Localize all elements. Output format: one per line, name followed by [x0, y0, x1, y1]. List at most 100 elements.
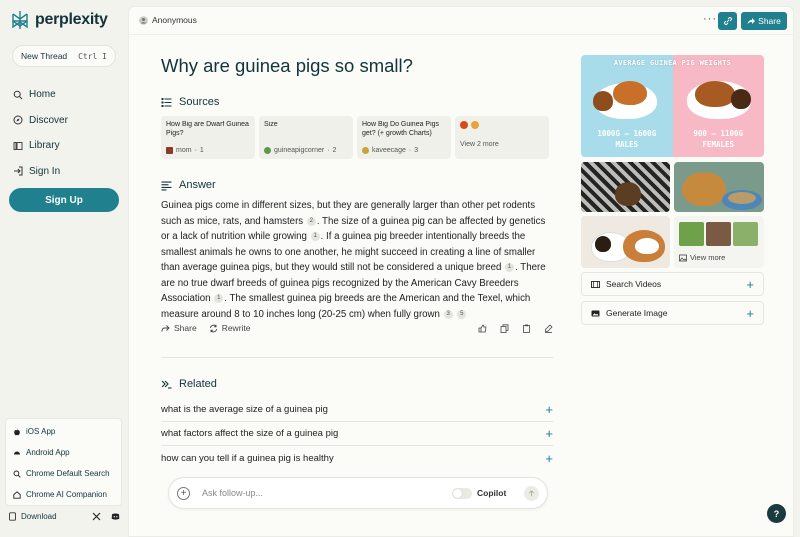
sign-up-button[interactable]: Sign Up: [9, 188, 119, 212]
plus-icon: +: [545, 426, 553, 441]
favicon-icon: [264, 147, 271, 154]
library-icon: [13, 141, 23, 150]
sidebar-item-home[interactable]: Home: [10, 82, 120, 108]
app-item-chrome-search[interactable]: Chrome Default Search: [6, 463, 121, 484]
sidebar-item-sign-in[interactable]: Sign In: [10, 159, 120, 185]
citation-badge[interactable]: 1: [310, 232, 320, 241]
discord-icon[interactable]: [111, 512, 120, 521]
copilot-toggle[interactable]: [452, 487, 472, 499]
answer-icon: [161, 181, 172, 190]
new-thread-shortcut: Ctrl I: [78, 51, 107, 61]
sources-heading: Sources: [161, 96, 219, 108]
app-item-label: Android App: [26, 448, 70, 457]
generate-image-button[interactable]: Generate Image +: [581, 301, 764, 325]
related-item-label: how can you tell if a guinea pig is heal…: [161, 452, 334, 464]
new-thread-label: New Thread: [21, 51, 68, 61]
copy-icon[interactable]: [500, 323, 509, 333]
source-title: How Big Do Guinea Pigs get? (+ growth Ch…: [362, 121, 440, 137]
app-item-android[interactable]: Android App: [6, 442, 121, 463]
source-card[interactable]: How Big are Dwarf Guinea Pigs? mom · 1: [161, 116, 255, 159]
sources-icon: [161, 97, 172, 107]
submit-button[interactable]: [524, 485, 539, 501]
app-item-label: Chrome AI Companion: [26, 490, 107, 499]
sidebar-item-label: Sign In: [29, 165, 61, 177]
user-icon: [139, 15, 148, 25]
source-site: guineapigcorner: [274, 147, 325, 154]
source-card[interactable]: How Big Do Guinea Pigs get? (+ growth Ch…: [357, 116, 451, 159]
guinea-pig-image[interactable]: [581, 162, 670, 212]
download-icon: [9, 512, 16, 521]
related-icon: [161, 380, 172, 389]
plus-icon: +: [545, 450, 553, 466]
plus-icon: +: [746, 276, 754, 292]
citation-badge[interactable]: 2: [306, 216, 316, 226]
search-icon: [13, 90, 23, 100]
search-videos-button[interactable]: Search Videos +: [581, 272, 764, 296]
share-button[interactable]: Share: [741, 12, 787, 30]
guinea-pig-image[interactable]: [674, 162, 764, 212]
logo-text: perplexity: [35, 11, 108, 28]
download-button[interactable]: Download: [8, 512, 92, 521]
hero-left-caption: 1000G – 1600G MALES: [597, 129, 657, 149]
view-more-images[interactable]: View more: [674, 216, 764, 268]
view-more-sources-card[interactable]: View 2 more: [455, 116, 549, 159]
logo[interactable]: perplexity: [10, 10, 108, 30]
related-heading-label: Related: [179, 378, 217, 390]
app-item-ios[interactable]: iOS App: [6, 421, 121, 442]
thread-topbar: Anonymous ··· Share: [129, 7, 793, 35]
source-number: 1: [199, 147, 204, 154]
more-options-button[interactable]: ···: [703, 13, 717, 25]
edit-icon[interactable]: [544, 323, 553, 333]
main-panel: Anonymous ··· Share Why are guinea pigs …: [128, 6, 794, 537]
attach-button[interactable]: +: [177, 486, 190, 500]
citation-badge[interactable]: 5: [457, 309, 467, 319]
related-item[interactable]: what is the average size of a guinea pig…: [161, 398, 553, 422]
image-gen-icon: [591, 310, 600, 316]
source-card[interactable]: Size guineapigcorner · 2: [259, 116, 353, 159]
sources-heading-label: Sources: [179, 96, 220, 108]
follow-up-bar: + Copilot: [168, 477, 548, 509]
related-item[interactable]: how can you tell if a guinea pig is heal…: [161, 446, 553, 470]
help-button[interactable]: ?: [767, 504, 786, 523]
source-title: How Big are Dwarf Guinea Pigs?: [166, 121, 249, 137]
share-icon: [161, 324, 170, 332]
source-number: 2: [332, 147, 337, 154]
source-site: mom: [176, 147, 192, 154]
android-icon: [14, 451, 20, 454]
favicon-icon: [362, 147, 369, 154]
page-title: Why are guinea pigs so small?: [161, 55, 413, 76]
app-item-label: iOS App: [26, 427, 56, 436]
generate-image-label: Generate Image: [606, 308, 668, 318]
download-label: Download: [21, 512, 57, 521]
favicon-icon: [460, 121, 468, 129]
search-icon: [13, 470, 21, 478]
guinea-pig-image[interactable]: [581, 216, 670, 268]
thumbs-icon[interactable]: [478, 324, 487, 333]
clipboard-icon[interactable]: [522, 324, 531, 333]
guinea-pig-weights-image[interactable]: AVERAGE GUINEA PIG WEIGHTS 1000G – 1600G…: [581, 55, 764, 157]
x-twitter-icon[interactable]: [92, 512, 101, 521]
citation-badge[interactable]: 3: [443, 309, 453, 319]
image-icon: [679, 254, 687, 261]
related-item-label: what is the average size of a guinea pig: [161, 404, 328, 415]
related-list: what is the average size of a guinea pig…: [161, 398, 553, 470]
citation-badge[interactable]: 1: [214, 294, 224, 303]
compass-icon: [13, 115, 23, 125]
rewrite-label: Rewrite: [221, 323, 251, 333]
sidebar-item-library[interactable]: Library: [10, 133, 120, 159]
citation-badge[interactable]: 1: [505, 263, 515, 272]
sidebar-item-label: Library: [29, 140, 60, 152]
source-number: 3: [414, 147, 419, 154]
rewrite-button[interactable]: Rewrite: [209, 323, 251, 333]
sidebar-item-label: Discover: [29, 114, 68, 126]
copy-link-button[interactable]: [718, 12, 737, 30]
answer-share-button[interactable]: Share: [161, 323, 197, 333]
favicon-icon: [471, 121, 479, 129]
follow-up-input[interactable]: [202, 488, 442, 498]
app-item-chrome-companion[interactable]: Chrome AI Companion: [6, 484, 121, 505]
new-thread-button[interactable]: New Thread Ctrl I: [12, 45, 116, 67]
view-more-label: View more: [690, 253, 726, 262]
source-title: Size: [264, 121, 278, 128]
sidebar-item-discover[interactable]: Discover: [10, 108, 120, 134]
related-item[interactable]: what factors affect the size of a guinea…: [161, 422, 553, 446]
